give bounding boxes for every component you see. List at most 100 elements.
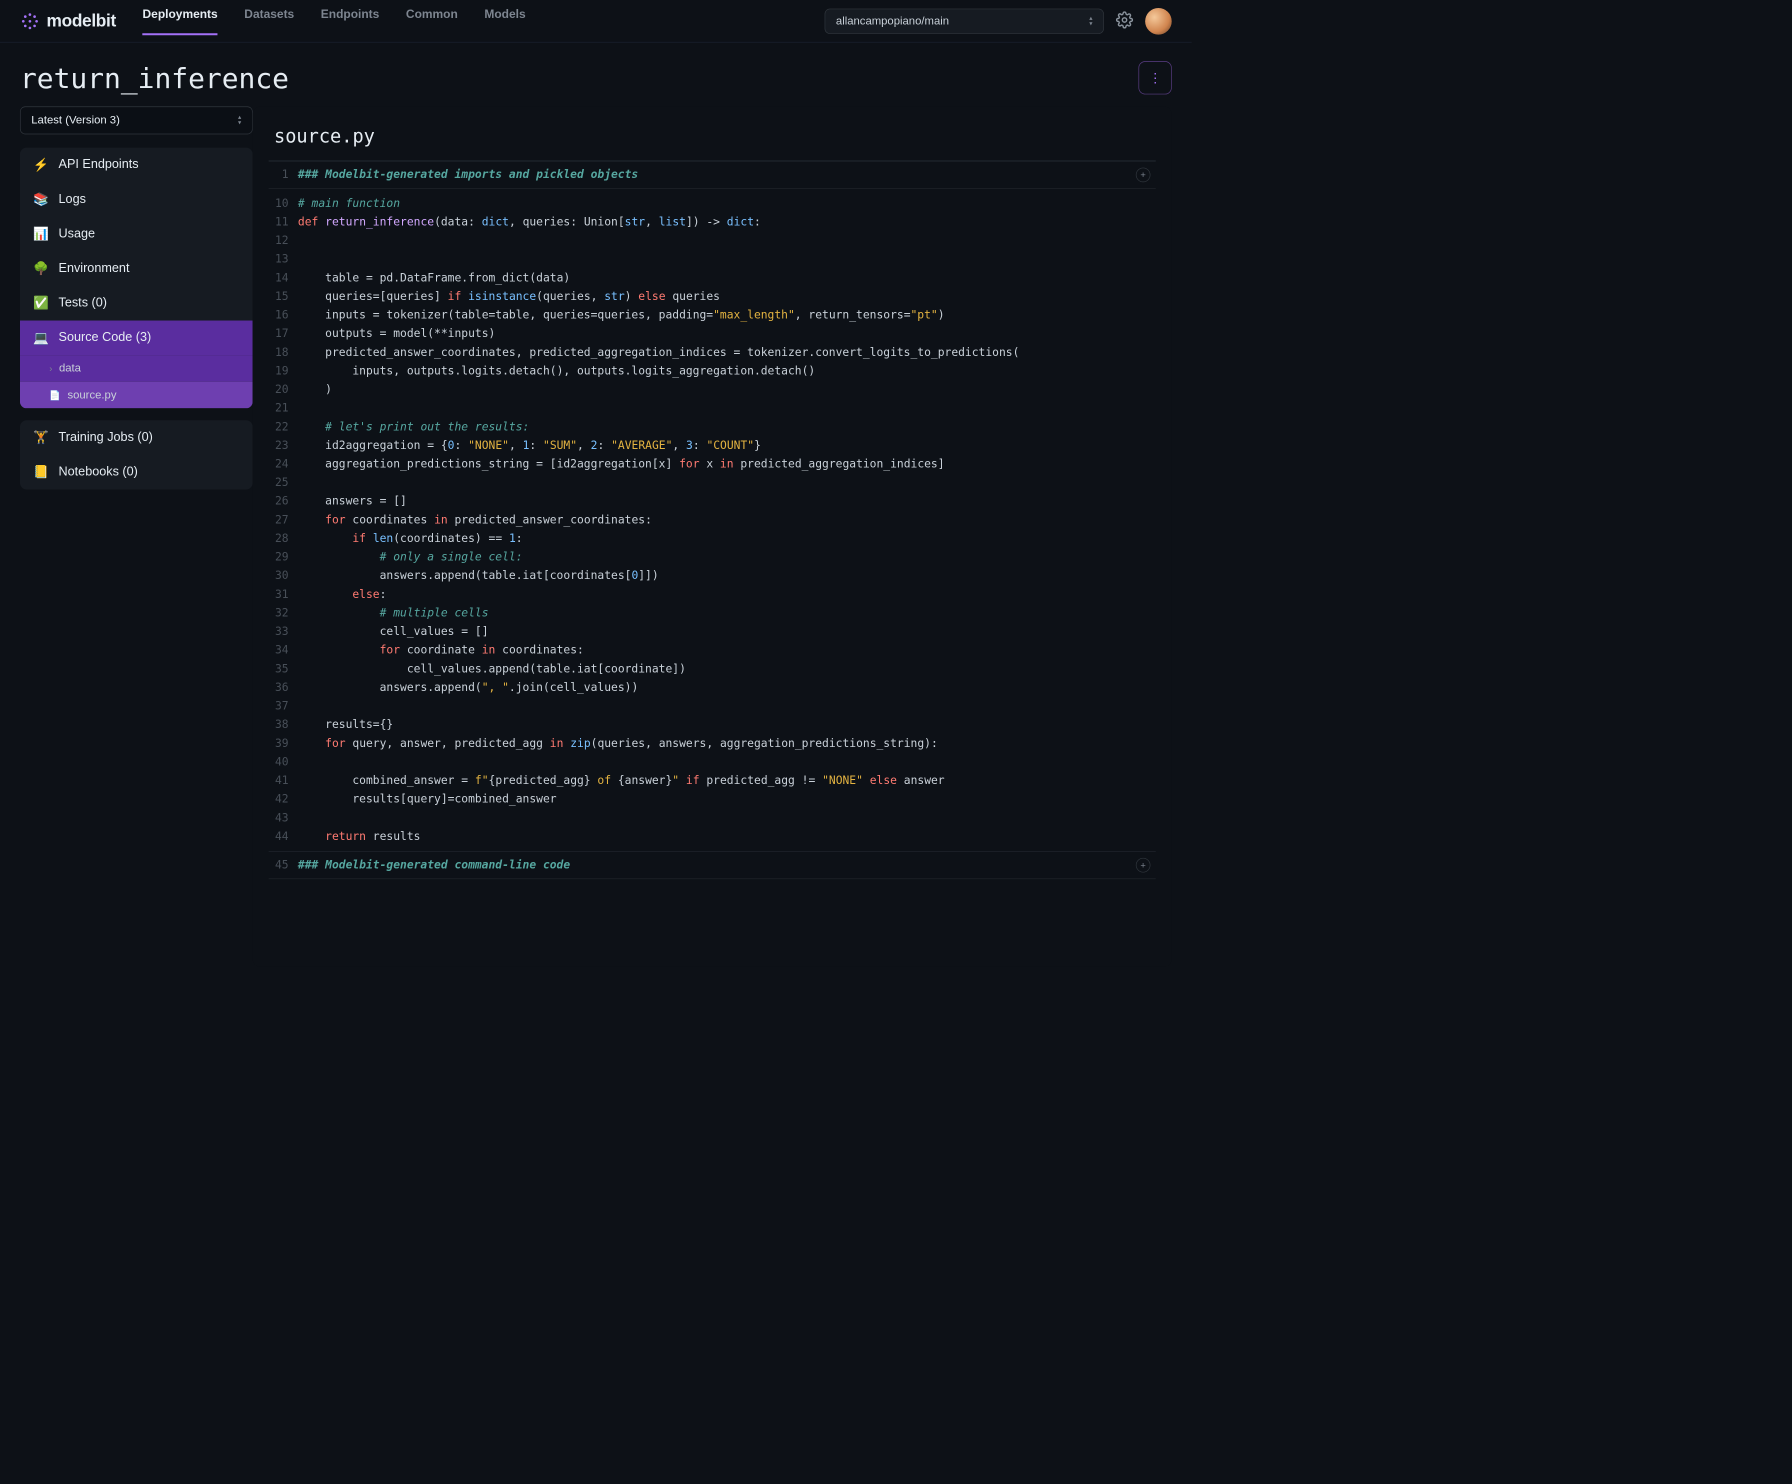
- expand-fold-icon[interactable]: +: [1136, 858, 1151, 873]
- line-number: 33: [269, 622, 298, 641]
- sidebar-item[interactable]: 📚 Logs: [20, 182, 253, 217]
- line-number: 41: [269, 771, 298, 790]
- line-number: 12: [269, 231, 298, 250]
- gear-icon[interactable]: [1116, 11, 1133, 30]
- code-line[interactable]: 33 cell_values = []: [269, 622, 1156, 641]
- code-line[interactable]: 28 if len(coordinates) == 1:: [269, 529, 1156, 548]
- code-line[interactable]: 35 cell_values.append(table.iat[coordina…: [269, 660, 1156, 679]
- line-number: 10: [269, 194, 298, 213]
- expand-fold-icon[interactable]: +: [1136, 168, 1151, 183]
- code-line[interactable]: 31 else:: [269, 585, 1156, 604]
- sidebar: Latest (Version 3) ▴▾ ⚡API Endpoints 📚 Log…: [20, 106, 253, 967]
- code-line[interactable]: 29 # only a single cell:: [269, 548, 1156, 567]
- code-fold-row[interactable]: 45### Modelbit-generated command-line co…: [269, 851, 1156, 879]
- sidebar-label: Logs: [59, 192, 86, 207]
- code-line[interactable]: 32 # multiple cells: [269, 604, 1156, 623]
- line-number: 13: [269, 250, 298, 269]
- code-line[interactable]: 37: [269, 697, 1156, 716]
- code-line[interactable]: 15 queries=[queries] if isinstance(queri…: [269, 287, 1156, 306]
- sidebar-item[interactable]: 🌳 Environment: [20, 251, 253, 286]
- code-line[interactable]: 43: [269, 809, 1156, 828]
- code-line[interactable]: 21: [269, 399, 1156, 418]
- sidebar-item[interactable]: 📒Notebooks (0): [20, 455, 253, 490]
- code-line[interactable]: 26 answers = []: [269, 492, 1156, 511]
- code-line[interactable]: 13: [269, 250, 1156, 269]
- sidebar-icon: 📚: [33, 192, 49, 208]
- line-number: 36: [269, 678, 298, 697]
- line-number: 14: [269, 269, 298, 288]
- sidebar-icon: ✅: [33, 295, 49, 311]
- nav-item-datasets[interactable]: Datasets: [244, 7, 294, 35]
- sidebar-icon: 🌳: [33, 261, 49, 277]
- code-line[interactable]: 16 inputs = tokenizer(table=table, queri…: [269, 306, 1156, 325]
- code-line[interactable]: 44 return results: [269, 827, 1156, 846]
- avatar[interactable]: [1145, 8, 1172, 35]
- code-fold-row[interactable]: 1### Modelbit-generated imports and pick…: [269, 161, 1156, 189]
- nav-item-deployments[interactable]: Deployments: [143, 7, 218, 35]
- code-line[interactable]: 22 # let's print out the results:: [269, 418, 1156, 437]
- code-line[interactable]: 18 predicted_answer_coordinates, predict…: [269, 343, 1156, 362]
- code-line[interactable]: 23 id2aggregation = {0: "NONE", 1: "SUM"…: [269, 436, 1156, 455]
- python-file-icon: 📄: [49, 389, 61, 400]
- code-editor[interactable]: 1### Modelbit-generated imports and pick…: [269, 160, 1156, 879]
- sidebar-item[interactable]: 💻Source Code (3): [20, 321, 253, 356]
- line-number: 28: [269, 529, 298, 548]
- code-line[interactable]: 25: [269, 473, 1156, 492]
- title-row: return_inference ⋮: [0, 43, 1192, 107]
- sidebar-item[interactable]: ⚡API Endpoints: [20, 148, 253, 183]
- sidebar-subitem[interactable]: ›data: [20, 355, 253, 382]
- code-line[interactable]: 39 for query, answer, predicted_agg in z…: [269, 734, 1156, 753]
- line-number: 43: [269, 809, 298, 828]
- code-line[interactable]: 24 aggregation_predictions_string = [id2…: [269, 455, 1156, 474]
- sidebar-label: Environment: [59, 261, 130, 276]
- code-line[interactable]: 10# main function: [269, 194, 1156, 213]
- nav-item-endpoints[interactable]: Endpoints: [321, 7, 380, 35]
- sidebar-label: Notebooks (0): [59, 465, 138, 480]
- brand-name: modelbit: [47, 11, 116, 32]
- sidebar-subitem[interactable]: 📄source.py: [20, 382, 253, 409]
- sidebar-item[interactable]: ✅ Tests (0): [20, 286, 253, 321]
- page-title: return_inference: [20, 62, 289, 95]
- line-number: 34: [269, 641, 298, 660]
- code-line[interactable]: 42 results[query]=combined_answer: [269, 790, 1156, 809]
- code-line[interactable]: 27 for coordinates in predicted_answer_c…: [269, 511, 1156, 530]
- code-line[interactable]: 17 outputs = model(**inputs): [269, 325, 1156, 344]
- line-number: 21: [269, 399, 298, 418]
- line-number: 45: [269, 856, 298, 875]
- code-line[interactable]: 36 answers.append(", ".join(cell_values)…: [269, 678, 1156, 697]
- code-line[interactable]: 34 for coordinate in coordinates:: [269, 641, 1156, 660]
- code-line[interactable]: 19 inputs, outputs.logits.detach(), outp…: [269, 362, 1156, 381]
- line-number: 44: [269, 827, 298, 846]
- sidebar-item[interactable]: 🏋️Training Jobs (0): [20, 420, 253, 455]
- more-menu-button[interactable]: ⋮: [1138, 61, 1171, 94]
- branch-selector[interactable]: allancampopiano/main ▴▾: [825, 8, 1104, 33]
- brand[interactable]: modelbit: [20, 11, 116, 32]
- line-number: 32: [269, 604, 298, 623]
- code-line[interactable]: 20 ): [269, 380, 1156, 399]
- sidebar-icon: 📊: [33, 226, 49, 242]
- sidebar-label: API Endpoints: [59, 158, 139, 173]
- version-selector[interactable]: Latest (Version 3) ▴▾: [20, 106, 253, 134]
- code-line[interactable]: 11def return_inference(data: dict, queri…: [269, 213, 1156, 232]
- line-number: 40: [269, 753, 298, 772]
- topbar: modelbit Deployments Datasets Endpoints Com…: [0, 0, 1192, 43]
- nav-item-models[interactable]: Models: [484, 7, 525, 35]
- sidebar-sub-label: data: [59, 362, 81, 375]
- code-line[interactable]: 38 results={}: [269, 716, 1156, 735]
- sidebar-label: Tests (0): [59, 296, 107, 311]
- code-line[interactable]: 30 answers.append(table.iat[coordinates[…: [269, 567, 1156, 586]
- code-line[interactable]: 40: [269, 753, 1156, 772]
- code-line[interactable]: 14 table = pd.DataFrame.from_dict(data): [269, 269, 1156, 288]
- code-line[interactable]: 41 combined_answer = f"{predicted_agg} o…: [269, 771, 1156, 790]
- line-number: 37: [269, 697, 298, 716]
- line-number: 30: [269, 567, 298, 586]
- sidebar-label: Usage: [59, 227, 96, 242]
- line-number: 11: [269, 213, 298, 232]
- sidebar-icon: 💻: [33, 330, 49, 346]
- line-number: 18: [269, 343, 298, 362]
- chevron-updown-icon: ▴▾: [238, 115, 241, 126]
- sidebar-item[interactable]: 📊 Usage: [20, 217, 253, 252]
- branch-name: allancampopiano/main: [836, 14, 949, 27]
- code-line[interactable]: 12: [269, 231, 1156, 250]
- nav-item-common[interactable]: Common: [406, 7, 458, 35]
